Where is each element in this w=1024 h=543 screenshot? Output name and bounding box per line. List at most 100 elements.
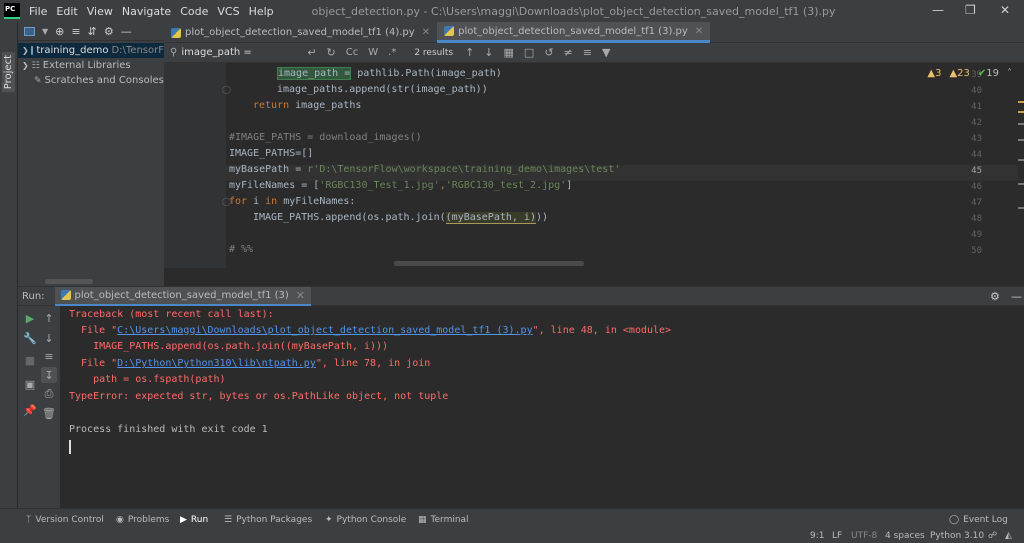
warning-count-value: 3 [935,68,942,79]
terminal-tab[interactable]: ▦ Terminal [418,515,469,525]
remove-occurrence-icon[interactable]: ≠ [564,46,573,59]
arrow-down-icon[interactable]: ↓ [41,330,57,346]
menu-view[interactable]: View [87,5,113,18]
code-editor[interactable]: 39 40 41 42 43 44 45 46 47 48 49 50 ◯ ◯ … [164,63,1024,268]
stop-icon[interactable]: ■ [22,352,38,368]
chevron-up-icon[interactable]: ˄ [1007,68,1012,79]
layout-icon[interactable]: ▣ [22,376,38,392]
python-packages-tab[interactable]: ☰ Python Packages [224,515,312,525]
indent-setting[interactable]: 4 spaces [885,531,925,541]
tab-file-4[interactable]: plot_object_detection_saved_model_tf1 (4… [164,22,437,43]
menu-file[interactable]: File [29,5,47,18]
select-all-occurrences-icon[interactable]: ▦ [504,46,514,59]
tab-label: Event Log [963,515,1008,525]
file-encoding[interactable]: UTF-8 [851,531,877,541]
filter-icon[interactable]: ▼ [602,46,610,59]
trash-icon[interactable]: 🗑 [41,405,57,421]
restore-button[interactable]: ❐ [965,3,976,17]
line-separator[interactable]: LF [832,531,842,541]
search-input[interactable] [181,47,272,58]
chevron-down-icon[interactable]: ▼ [42,27,48,36]
folder-icon [30,46,34,55]
close-button[interactable]: ✕ [1000,3,1010,17]
event-log-tab[interactable]: ◯ Event Log [949,515,1008,525]
line-number: 44 [971,150,982,160]
scroll-to-end-icon[interactable]: ↧ [41,367,57,383]
gear-icon[interactable]: ⚙ [990,290,1000,303]
previous-occurrence-icon[interactable]: ↑ [465,46,474,59]
open-in-window-icon[interactable]: □ [524,46,534,59]
menu-vcs[interactable]: VCS [217,5,239,18]
inspection-widget[interactable]: ▲3 ▲23 ✔19 ˄ [927,68,1012,79]
soft-wrap-icon[interactable]: ≡ [41,348,57,364]
close-icon[interactable]: ✕ [695,26,703,37]
tree-item-path: D:\TensorF [111,45,164,56]
regex-toggle[interactable]: .* [388,47,396,58]
weak-warning-count[interactable]: ▲23 [949,68,969,79]
wrench-icon[interactable]: 🔧 [22,330,38,346]
project-view-selector-icon[interactable] [24,26,35,36]
tab-label: Version Control [35,515,104,525]
collapse-all-icon[interactable]: ≡ [71,25,80,38]
file-link[interactable]: C:\Users\maggi\Downloads\plot_object_det… [117,325,532,336]
expand-all-icon[interactable]: ⇵ [88,25,97,38]
print-icon[interactable]: ⎙ [41,386,57,402]
editor-horizontal-scrollbar[interactable] [394,261,584,266]
console-output[interactable]: Traceback (most recent call last): File … [60,306,1024,508]
tree-item-scratches[interactable]: ✎ Scratches and Consoles [18,73,164,88]
project-scrollbar[interactable] [45,279,93,284]
tab-file-3[interactable]: plot_object_detection_saved_model_tf1 (3… [437,22,711,43]
whole-word-toggle[interactable]: W [368,47,378,58]
line-number: 40 [971,86,982,96]
tree-item-training-demo[interactable]: ❯ training_demo D:\TensorF [18,43,164,58]
lock-icon[interactable]: ☍ [988,531,997,541]
warning-count[interactable]: ▲3 [927,68,941,79]
gear-icon[interactable]: ⚙ [104,25,114,38]
locate-file-icon[interactable]: ⊕ [55,25,64,38]
python-file-icon [444,26,455,36]
project-tool-window-button[interactable]: Project [2,52,15,93]
tree-item-external-libraries[interactable]: ❯ ☷ External Libraries [18,58,164,73]
file-link[interactable]: D:\Python\Python310\lib\ntpath.py [117,358,316,369]
history-icon[interactable]: ↻ [327,46,336,59]
add-occurrence-icon[interactable]: ↺ [544,46,553,59]
fold-marker-icon[interactable]: ◯ [222,85,231,94]
new-line-icon[interactable]: ↵ [307,46,316,59]
close-icon[interactable]: ✕ [296,289,305,302]
close-icon[interactable]: ✕ [422,27,430,38]
caret-position[interactable]: 9:1 [810,531,824,541]
run-toolbar: ▶ 🔧 ■ ▣ 📌 ↑ ↓ ≡ ↧ ⎙ 🗑 [18,306,60,508]
marker-stripe[interactable] [1018,95,1024,245]
console-fragment: File " [69,325,118,336]
menu-code[interactable]: Code [180,5,208,18]
menu-help[interactable]: Help [249,5,274,18]
python-console-tab[interactable]: ✦ Python Console [325,515,406,525]
run-tab[interactable]: ▶ Run [180,515,208,525]
notification-icon[interactable]: ◭ [1005,531,1012,541]
select-occurrences-icon[interactable]: ≡ [583,46,592,59]
hide-icon[interactable]: — [1011,290,1022,303]
line-number: 50 [971,246,982,256]
minimize-button[interactable]: — [932,3,944,17]
code-fragment: image_paths [289,100,362,111]
arrow-up-icon[interactable]: ↑ [41,310,57,326]
chevron-right-icon[interactable]: ❯ [22,61,29,70]
code-line-44: IMAGE_PATHS=[] [229,148,313,159]
typo-count[interactable]: ✔19 [978,68,999,79]
problems-tab[interactable]: ◉ Problems [116,515,169,525]
text-cursor [69,440,71,454]
python-interpreter[interactable]: Python 3.10 [930,531,984,541]
console-fragment: File " [69,358,118,369]
version-control-tab[interactable]: ᛉ Version Control [26,515,104,525]
pin-icon[interactable]: 📌 [22,402,38,418]
rerun-icon[interactable]: ▶ [22,310,38,326]
run-config-tab[interactable]: plot_object_detection_saved_model_tf1 (3… [54,286,312,306]
menu-navigate[interactable]: Navigate [122,5,171,18]
next-occurrence-icon[interactable]: ↓ [484,46,493,59]
tab-label: Run [190,515,209,525]
library-icon: ☷ [31,60,40,71]
menu-edit[interactable]: Edit [56,5,77,18]
chevron-right-icon[interactable]: ❯ [22,46,29,55]
hide-icon[interactable]: — [121,25,132,38]
match-case-toggle[interactable]: Cc [346,47,358,58]
